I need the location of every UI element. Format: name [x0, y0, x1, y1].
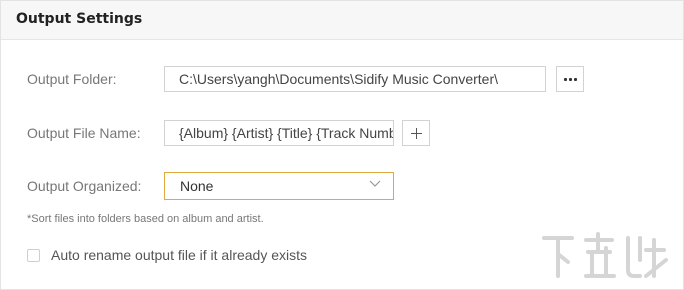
browse-folder-button[interactable] [556, 66, 584, 92]
panel-title: Output Settings [16, 11, 143, 27]
panel-header: Output Settings [1, 1, 683, 40]
organize-hint-text: *Sort files into folders based on album … [27, 213, 264, 225]
output-folder-field[interactable]: C:\Users\yangh\Documents\Sidify Music Co… [164, 66, 546, 92]
ellipsis-icon [564, 78, 578, 81]
output-organized-value: None [180, 178, 214, 194]
auto-rename-checkbox[interactable] [27, 249, 40, 262]
output-file-name-field[interactable]: {Album} {Artist} {Title} {Track Number} [164, 120, 394, 146]
chevron-down-icon [369, 180, 381, 187]
output-folder-label: Output Folder: [27, 71, 117, 87]
watermark-logo [542, 232, 668, 278]
output-organized-select[interactable]: None [164, 172, 394, 200]
output-file-name-label: Output File Name: [27, 125, 141, 141]
output-organized-label: Output Organized: [27, 178, 142, 194]
auto-rename-label: Auto rename output file if it already ex… [51, 247, 308, 263]
add-filename-tag-button[interactable] [402, 120, 430, 146]
